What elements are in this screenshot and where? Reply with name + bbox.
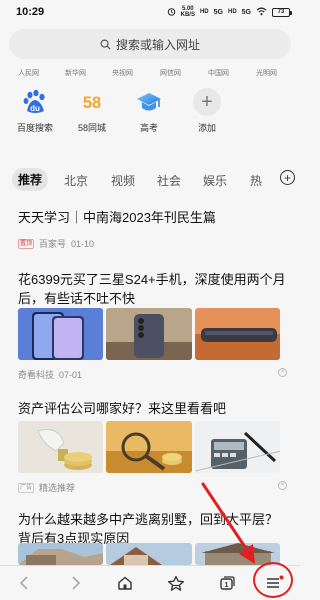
annotation-arrow [201,482,255,564]
home-icon[interactable] [113,572,137,594]
add-channel-icon[interactable]: + [280,170,295,185]
wifi-icon [256,7,267,18]
network-speed: 5.00 KB/S [180,6,195,18]
news-image [18,421,104,473]
close-icon[interactable]: × [278,481,287,490]
quick-link-58[interactable]: 58 58同城 [67,88,117,134]
news-image [106,308,192,360]
signal-5g-1: 5G [213,8,223,16]
quick-link-label: 添加 [197,123,216,133]
baidu-icon-text: du [30,104,40,113]
news-image [106,543,192,565]
news-title[interactable]: 天天学习｜中南海2023年刊民生篇 [18,208,286,227]
news-meta: 置顶 百家号 01-10 [18,237,94,250]
news-meta: 广告 精选推荐 [18,481,75,494]
news-image [194,421,280,473]
tab-fade [260,168,280,192]
site-link[interactable]: 光明网 [256,68,277,78]
quick-link-add[interactable]: + 添加 [182,88,232,134]
tabs-icon[interactable]: 1 [215,572,239,594]
favorites-icon[interactable] [164,572,188,594]
news-image [106,421,192,473]
news-meta: 奇看科技 07-01 [18,368,82,381]
site-link[interactable]: 新华网 [65,68,86,78]
clock: 10:29 [16,6,45,18]
news-image [194,308,280,360]
search-icon [100,39,111,50]
58-icon-text: 58 [83,94,101,112]
news-source: 奇看科技 [18,370,55,380]
search-bar[interactable]: 搜索或输入网址 [9,29,291,59]
quick-link-baidu[interactable]: du 百度搜索 [10,88,60,134]
tab-entertainment[interactable]: 娱乐 [203,172,227,189]
news-source: 精选推荐 [39,483,76,493]
quick-link-label: 百度搜索 [16,123,53,133]
add-icon-glyph: + [201,91,213,113]
annotation-circle [253,562,293,598]
tab-beijing[interactable]: 北京 [64,172,88,189]
svg-text:1: 1 [225,582,229,589]
hd-indicator-1: HD [199,9,209,15]
pinned-badge: 置顶 [18,238,35,249]
ad-badge: 广告 [18,482,35,493]
status-icons: 5.00 KB/S HD 5G HD 5G 73 [167,6,292,18]
site-link[interactable]: 中国网 [208,68,229,78]
news-title[interactable]: 花6399元买了三星S24+手机，深度使用两个月后，有些话不吐不快 [18,270,286,308]
quick-links: du 百度搜索 58 58同城 高考 + 添加 [0,88,300,138]
back-icon[interactable] [12,572,36,594]
tab-video[interactable]: 视频 [111,172,135,189]
news-images[interactable] [18,421,280,473]
news-date: 07-01 [59,369,83,380]
channel-tabs: 推荐 北京 视频 社会 娱乐 热 + [0,168,300,194]
news-date: 01-10 [71,238,95,249]
news-images[interactable] [18,308,280,360]
tab-society[interactable]: 社会 [157,172,181,189]
forward-icon[interactable] [64,572,88,594]
add-icon: + [193,88,221,116]
news-source: 百家号 [39,239,67,249]
tab-recommend[interactable]: 推荐 [12,168,49,191]
news-title[interactable]: 资产评估公司哪家好？来这里看看吧 [18,399,286,418]
status-bar: 10:29 5.00 KB/S HD 5G HD 5G 73 [0,0,300,26]
site-link[interactable]: 人民网 [18,68,39,78]
news-image [18,543,104,565]
hd-indicator-2: HD [227,9,237,15]
alarm-icon [167,7,176,18]
quick-link-label: 58同城 [77,123,106,133]
search-placeholder: 搜索或输入网址 [115,37,200,52]
site-links: 人民网 新华网 央视网 网信网 中国网 光明网 [0,68,300,82]
signal-5g-2: 5G [241,8,251,16]
baidu-icon: du [21,88,49,116]
news-image [18,308,104,360]
site-link[interactable]: 央视网 [112,68,133,78]
graduation-cap-icon [135,88,163,116]
battery-icon: 73 [272,7,292,17]
close-icon[interactable]: × [278,368,287,377]
58-icon: 58 [78,88,106,116]
quick-link-label: 高考 [139,123,158,133]
quick-link-gaokao[interactable]: 高考 [124,88,174,134]
site-link[interactable]: 网信网 [160,68,181,78]
